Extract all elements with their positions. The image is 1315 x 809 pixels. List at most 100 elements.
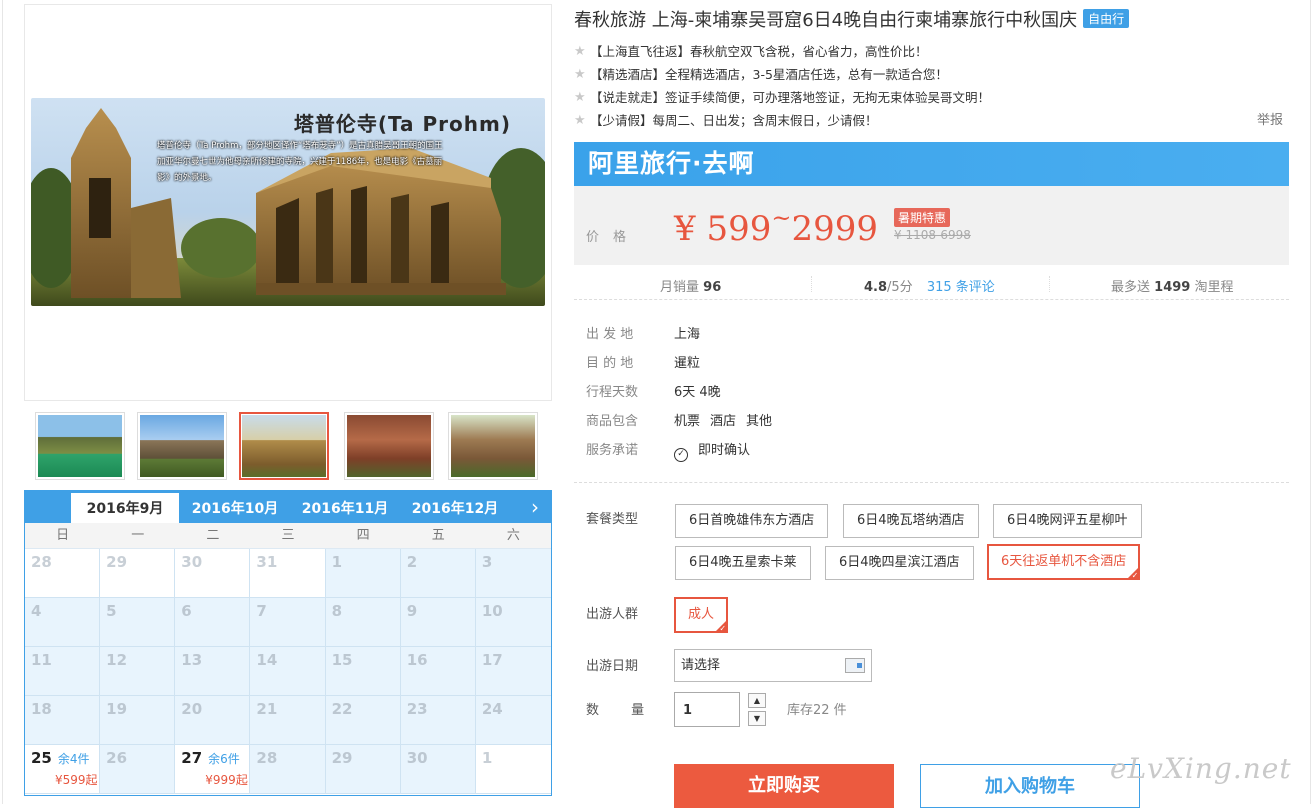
highlight-text: 【精选酒店】全程精选酒店，3-5星酒店任选，总有一款适合您！ [590,67,948,82]
star-icon: ★ [574,67,586,82]
day-number: 28 [31,553,52,571]
original-price: ¥ 1108-6998 [894,228,971,242]
package-option[interactable]: 6日首晚雄伟东方酒店 [675,504,829,538]
chevron-right-icon[interactable]: › [531,495,539,519]
package-option[interactable]: 6日4晚五星索卡莱 [675,546,811,580]
quantity-input[interactable]: 1 [674,692,740,727]
calendar-day: 14 [250,647,326,696]
day-number: 15 [331,651,353,669]
day-number: 12 [106,651,128,669]
rating-suffix: /5分 [887,280,913,295]
day-number: 1 [331,553,342,571]
package-option-selected[interactable]: 6天往返单机不含酒店 [987,544,1141,581]
day-number: 8 [331,602,342,620]
stats-divider [811,276,812,292]
weekday-label: 日 [56,528,70,543]
main-photo-ta-prohm[interactable]: 塔普伦寺(Ta Prohm) 塔普伦寺（Ta Prohm，部分地区译作“塔布茏寺… [31,98,545,306]
calendar-day: 7 [250,598,326,647]
buy-now-button[interactable]: 立即购买 [674,764,894,808]
add-to-cart-button[interactable]: 加入购物车 [920,764,1140,808]
brand-banner: 阿里旅行·去啊 [574,142,1289,186]
calendar-day: 4 [25,598,101,647]
thumbnail-strip [24,404,552,484]
day-number: 30 [181,553,203,571]
calendar-day: 12 [100,647,176,696]
tab-month-nov[interactable]: 2016年11月 [291,491,399,523]
calendar-day: 28 [25,549,101,598]
calendar-day-available[interactable]: 25 余4件 ¥599起 [25,745,101,794]
package-option[interactable]: 6日4晚网评五星柳叶 [993,504,1142,538]
traveler-type-label: 出游人群 [586,607,639,622]
currency-symbol: ¥ [674,209,696,249]
includes-hotel: 酒店 [710,414,737,429]
price-low: 599 [706,209,772,249]
day-number: 7 [256,602,267,620]
day-number: 26 [106,749,128,767]
destination-value: 暹粒 [674,356,701,371]
rating: 4.8/5分 315 条评论 [864,276,995,295]
weekday-label: 五 [431,528,445,543]
departure-label: 出 发 地 [586,327,634,342]
price-range: ¥ 599~2999 [674,204,878,249]
quantity-label: 数 量 [586,703,659,718]
highlight-text: 【上海直飞往返】春秋航空双飞含税，省心省力，高性价比！ [590,44,928,59]
highlight-item: ★ 【精选酒店】全程精选酒店，3-5星酒店任选，总有一款适合您！ [574,63,1289,86]
day-number: 2 [406,553,418,571]
package-option[interactable]: 6日4晚四星滨江酒店 [825,546,974,580]
day-stock: 余4件 [57,752,90,766]
price-box: 阿里旅行·去啊 价格 ¥ 599~2999 暑期特惠 ¥ 1108-6998 [574,142,1289,265]
day-number: 11 [31,651,52,669]
price-panel: 价格 ¥ 599~2999 暑期特惠 ¥ 1108-6998 [574,186,1289,265]
travel-date-picker[interactable]: 请选择 [674,649,872,682]
calendar-day: 3 [475,549,551,598]
stock-remaining: 库存22 件 [787,703,847,718]
product-title-text: 春秋旅游 上海-柬埔寨吴哥窟6日4晚自由行柬埔寨旅行中秋国庆 [574,10,1078,31]
day-number: 21 [256,700,278,718]
free-travel-tag: 自由行 [1083,9,1130,28]
duration-label: 行程天数 [586,385,639,400]
star-icon: ★ [574,113,586,128]
tab-month-oct[interactable]: 2016年10月 [181,491,289,523]
highlight-text: 【说走就走】签证手续简便，可办理落地签证，无拘无束体验吴哥文明！ [590,90,991,105]
report-link[interactable]: 举报 [1257,109,1283,132]
package-option[interactable]: 6日4晚瓦塔纳酒店 [843,504,979,538]
departure-value: 上海 [674,327,701,342]
thumb-ta-prohm[interactable] [239,412,329,480]
price-label: 价格 [586,230,641,245]
quantity-decrease-icon[interactable]: ▼ [748,711,766,726]
photo-title: 塔普伦寺(Ta Prohm) [293,112,511,136]
calendar-day: 26 [100,745,176,794]
star-icon: ★ [574,90,586,105]
monthly-sales: 月销量 96 [660,276,721,295]
traveler-option-adult[interactable]: 成人 [674,597,729,634]
site-watermark: eLvXing.net [1110,752,1292,785]
quantity-increase-icon[interactable]: ▲ [748,693,766,708]
calendar-day: 11 [25,647,101,696]
includes-values: 机票 酒店 其他 [674,408,782,435]
price-high: 2999 [791,209,878,249]
mileage-prefix: 最多送 [1111,280,1151,295]
star-icon: ★ [574,44,586,59]
calendar-day: 30 [175,549,251,598]
mileage-suffix: 淘里程 [1194,280,1234,295]
thumb-angkor-temple[interactable] [137,412,227,480]
page-right-edge [1310,0,1311,804]
tab-month-sep[interactable]: 2016年9月 [71,493,179,523]
calendar-day: 30 [400,745,476,794]
calendar-day: 9 [400,598,476,647]
day-number: 29 [106,553,128,571]
tab-month-dec[interactable]: 2016年12月 [401,491,509,523]
highlight-item: ★ 【上海直飞往返】春秋航空双飞含税，省心省力，高性价比！ [574,40,1289,63]
calendar-day-available[interactable]: 27 余6件 ¥999起 [175,745,251,794]
thumb-ruins[interactable] [448,412,538,480]
mileage-value: 1499 [1154,280,1191,295]
product-highlights: ★ 【上海直飞往返】春秋航空双飞含税，省心省力，高性价比！ ★ 【精选酒店】全程… [574,40,1289,132]
calendar-icon[interactable] [845,658,865,673]
info-destination: 目 的 地 暹粒 [586,350,1186,379]
thumb-angkor-wat-banner[interactable] [35,412,125,480]
reviews-link[interactable]: 315 条评论 [927,280,995,295]
calendar-day: 29 [325,745,401,794]
day-number: 13 [181,651,203,669]
thumb-banteay-srei[interactable] [344,412,434,480]
includes-other: 其他 [746,414,773,429]
